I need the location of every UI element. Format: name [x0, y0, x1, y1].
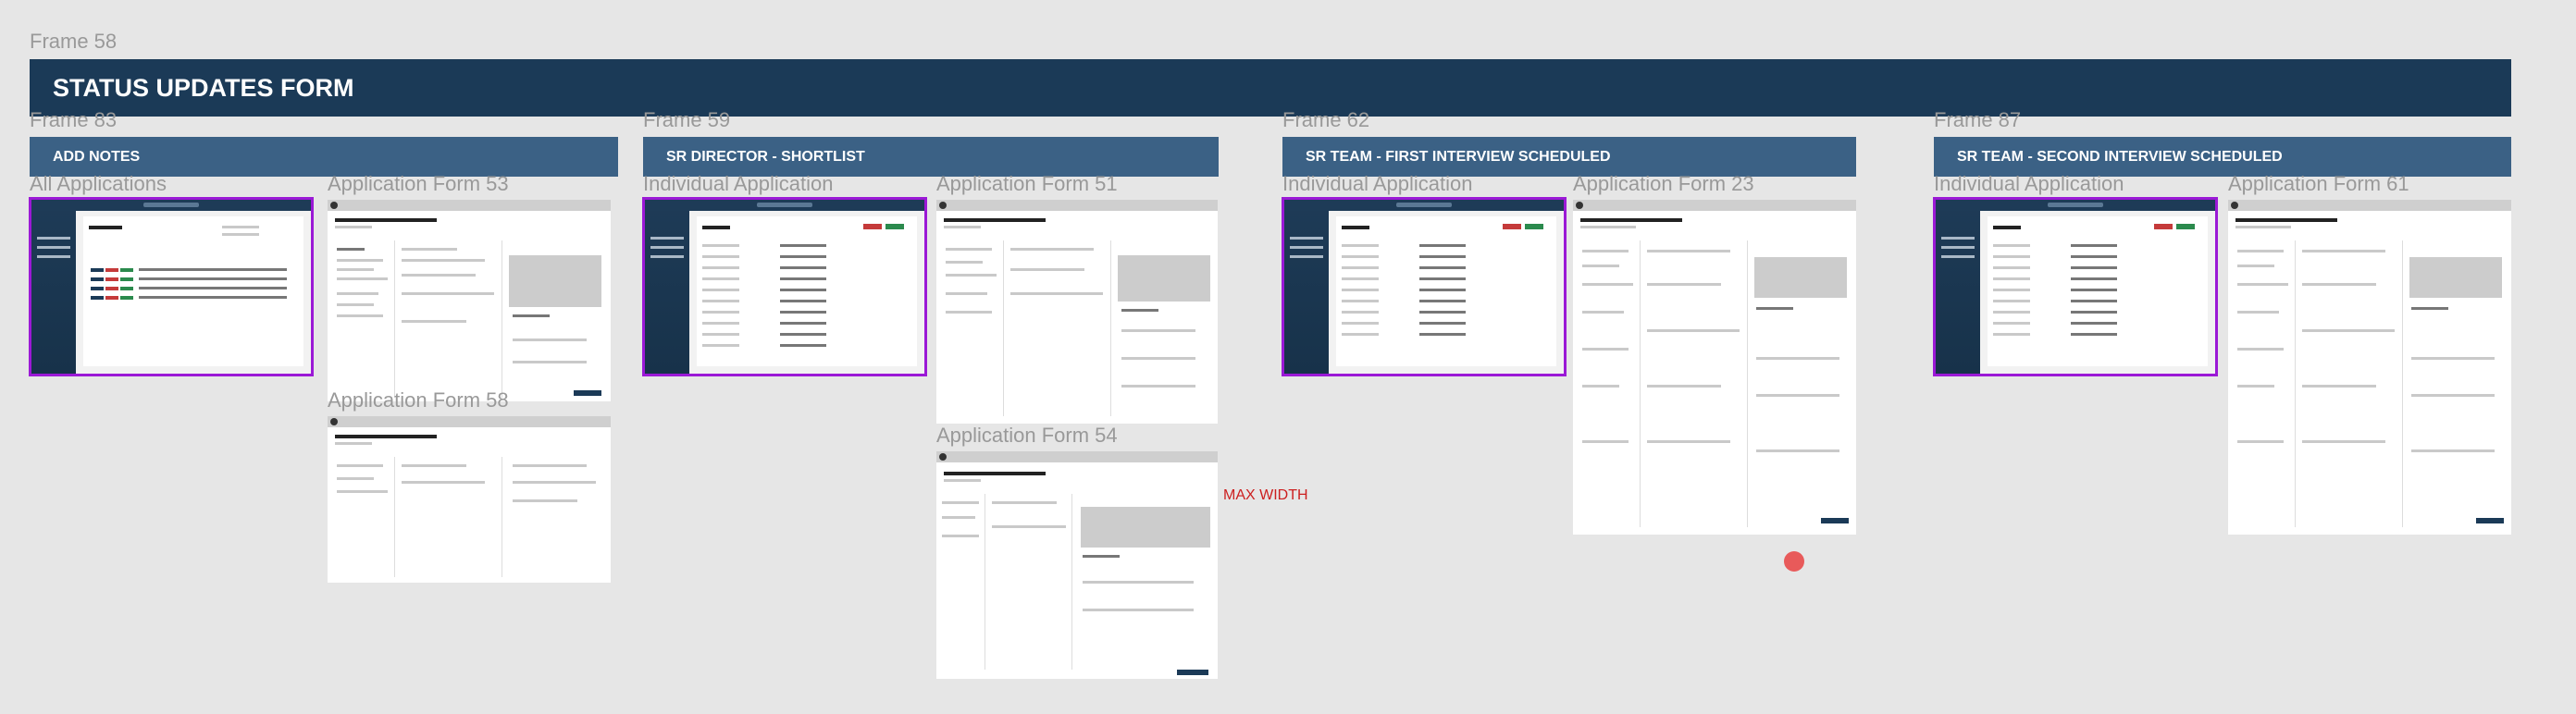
app-form-51-screen[interactable]	[936, 200, 1218, 424]
max-width-annotation: MAX WIDTH	[1223, 487, 1308, 503]
section-sr-director-shortlist: SR DIRECTOR - SHORTLIST	[643, 137, 1219, 177]
cursor-indicator	[1784, 551, 1804, 572]
app-form-54-screen[interactable]	[936, 451, 1218, 679]
individual-application-1-screen[interactable]	[642, 197, 927, 376]
app-form-53-label: Application Form 53	[328, 172, 509, 195]
individual-application-2-screen[interactable]	[1282, 197, 1567, 376]
individual-application-1-label: Individual Application	[643, 172, 834, 195]
app-form-23-label: Application Form 23	[1573, 172, 1754, 195]
app-form-53-screen[interactable]	[328, 200, 611, 401]
section-add-notes: ADD NOTES	[30, 137, 618, 177]
app-form-58-label: Application Form 58	[328, 388, 509, 412]
frame-62-label: Frame 62	[1282, 108, 1370, 131]
app-form-54-label: Application Form 54	[936, 424, 1118, 447]
app-form-61-label: Application Form 61	[2228, 172, 2409, 195]
section-title: ADD NOTES	[53, 148, 141, 165]
frame-87-label: Frame 87	[1934, 108, 2022, 131]
individual-application-3-screen[interactable]	[1933, 197, 2218, 376]
frame-58-label: Frame 58	[30, 30, 118, 53]
section-title: SR TEAM - FIRST INTERVIEW SCHEDULED	[1306, 148, 1611, 165]
app-form-23-screen[interactable]	[1573, 200, 1856, 535]
app-form-58-screen[interactable]	[328, 416, 611, 583]
individual-application-3-label: Individual Application	[1934, 172, 2124, 195]
app-form-51-label: Application Form 51	[936, 172, 1118, 195]
frame-59-label: Frame 59	[643, 108, 731, 131]
individual-application-2-label: Individual Application	[1282, 172, 1473, 195]
all-applications-screen[interactable]	[29, 197, 314, 376]
section-title: SR TEAM - SECOND INTERVIEW SCHEDULED	[1957, 148, 2283, 165]
section-second-interview: SR TEAM - SECOND INTERVIEW SCHEDULED	[1934, 137, 2511, 177]
app-form-61-screen[interactable]	[2228, 200, 2511, 535]
section-title: SR DIRECTOR - SHORTLIST	[666, 148, 865, 165]
banner-title: STATUS UPDATES FORM	[53, 73, 354, 102]
frame-83-label: Frame 83	[30, 108, 118, 131]
status-updates-banner: STATUS UPDATES FORM	[30, 59, 2511, 117]
all-applications-label: All Applications	[30, 172, 167, 195]
section-first-interview: SR TEAM - FIRST INTERVIEW SCHEDULED	[1282, 137, 1856, 177]
